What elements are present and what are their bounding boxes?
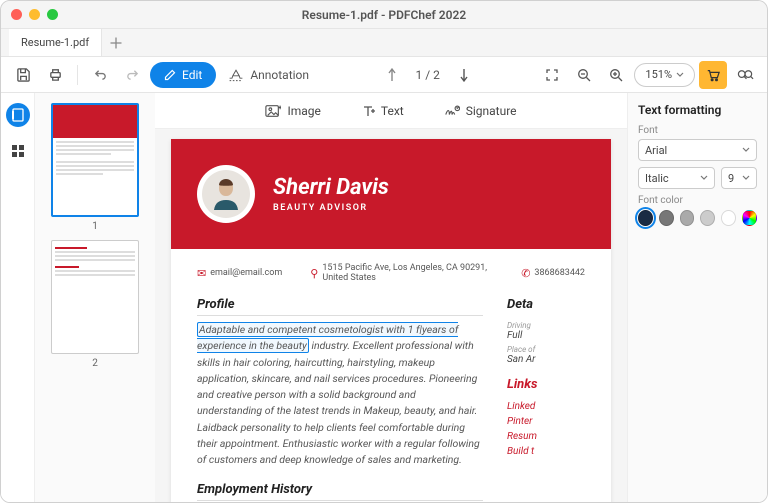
zoom-out-icon[interactable] — [570, 61, 598, 89]
thumbnails-panel: 1 2 — [35, 93, 155, 502]
chevron-down-icon — [676, 72, 684, 78]
contact-email[interactable]: ✉email@email.com — [197, 267, 282, 280]
search-icon[interactable] — [731, 61, 759, 89]
minimize-window-btn[interactable] — [29, 9, 40, 20]
pages-view-icon[interactable] — [6, 103, 30, 127]
chevron-down-icon — [742, 175, 750, 181]
titlebar: Resume-1.pdf - PDFChef 2022 — [1, 1, 767, 29]
insert-text-button[interactable]: Text — [361, 104, 404, 118]
color-picker-icon[interactable] — [742, 210, 757, 226]
document-tabs: Resume-1.pdf — [1, 29, 767, 57]
cart-button[interactable] — [699, 61, 727, 89]
color-swatch[interactable] — [659, 210, 674, 226]
font-color-label: Font color — [638, 195, 757, 206]
panel-title: Text formatting — [638, 103, 757, 117]
resume-sidebar: Deta Driving Full Place of San Ar Links … — [507, 297, 585, 502]
location-icon: ⚲ — [310, 267, 318, 280]
color-swatch[interactable] — [638, 210, 653, 226]
close-window-btn[interactable] — [11, 9, 22, 20]
prev-page-icon[interactable] — [378, 61, 406, 89]
main-toolbar: Edit Annotation 1 / 2 151% — [1, 57, 767, 93]
zoom-value: 151% — [645, 68, 672, 81]
avatar — [197, 165, 255, 223]
page-indicator[interactable]: 1 / 2 — [416, 68, 440, 82]
grid-view-icon[interactable] — [6, 139, 30, 163]
color-swatch[interactable] — [700, 210, 715, 226]
employment-heading[interactable]: Employment History — [197, 482, 483, 501]
edit-mode-button[interactable]: Edit — [150, 62, 216, 88]
text-formatting-panel: Text formatting Font Arial Italic 9 Font… — [627, 93, 767, 502]
annotation-mode-button[interactable]: Annotation — [220, 68, 317, 82]
editor-area: Image Text Signature — [155, 93, 627, 502]
color-swatches — [638, 210, 757, 226]
zoom-in-icon[interactable] — [602, 61, 630, 89]
document-canvas[interactable]: Sherri Davis BEAUTY ADVISOR ✉email@email… — [155, 129, 627, 502]
contact-address[interactable]: ⚲1515 Pacific Ave, Los Angeles, CA 90291… — [310, 263, 493, 283]
insert-image-button[interactable]: Image — [265, 104, 320, 118]
zoom-level-dropdown[interactable]: 151% — [634, 63, 695, 87]
undo-icon[interactable] — [86, 61, 114, 89]
thumbnail-2[interactable]: 2 — [51, 240, 139, 369]
contact-bar: ✉email@email.com ⚲1515 Pacific Ave, Los … — [171, 249, 611, 297]
new-tab-button[interactable] — [102, 29, 130, 57]
window-controls — [11, 9, 58, 20]
phone-icon: ✆ — [521, 267, 530, 280]
expand-icon[interactable] — [538, 61, 566, 89]
next-page-icon[interactable] — [450, 61, 478, 89]
resume-header: Sherri Davis BEAUTY ADVISOR — [171, 139, 611, 249]
color-swatch[interactable] — [721, 210, 736, 226]
chevron-down-icon — [742, 147, 750, 153]
resume-name[interactable]: Sherri Davis — [273, 175, 389, 200]
app-window: Resume-1.pdf - PDFChef 2022 Resume-1.pdf… — [0, 0, 768, 503]
resume-role[interactable]: BEAUTY ADVISOR — [273, 203, 389, 213]
edit-label: Edit — [182, 68, 202, 82]
page-navigator: 1 / 2 — [378, 61, 478, 89]
profile-heading[interactable]: Profile — [197, 297, 483, 316]
save-icon[interactable] — [9, 61, 37, 89]
file-tab[interactable]: Resume-1.pdf — [9, 29, 102, 56]
thumbnail-number: 1 — [92, 221, 98, 232]
redo-icon[interactable] — [118, 61, 146, 89]
profile-text[interactable]: Adaptable and competent cosmetologist wi… — [197, 322, 483, 468]
font-label: Font — [638, 125, 757, 136]
font-family-select[interactable]: Arial — [638, 139, 757, 161]
pdf-page: Sherri Davis BEAUTY ADVISOR ✉email@email… — [171, 139, 611, 502]
insert-signature-button[interactable]: Signature — [444, 104, 517, 118]
chevron-down-icon — [700, 175, 708, 181]
thumbnail-1[interactable]: 1 — [51, 103, 139, 232]
insert-toolbar: Image Text Signature — [155, 93, 627, 129]
thumbnail-number: 2 — [92, 358, 98, 369]
contact-phone[interactable]: ✆3868683442 — [521, 267, 585, 280]
font-size-select[interactable]: 9 — [721, 167, 757, 189]
font-style-select[interactable]: Italic — [638, 167, 715, 189]
print-icon[interactable] — [41, 61, 69, 89]
maximize-window-btn[interactable] — [47, 9, 58, 20]
annotation-label: Annotation — [250, 68, 309, 82]
color-swatch[interactable] — [680, 210, 695, 226]
left-rail — [1, 93, 35, 502]
email-icon: ✉ — [197, 267, 206, 280]
window-title: Resume-1.pdf - PDFChef 2022 — [1, 8, 767, 22]
